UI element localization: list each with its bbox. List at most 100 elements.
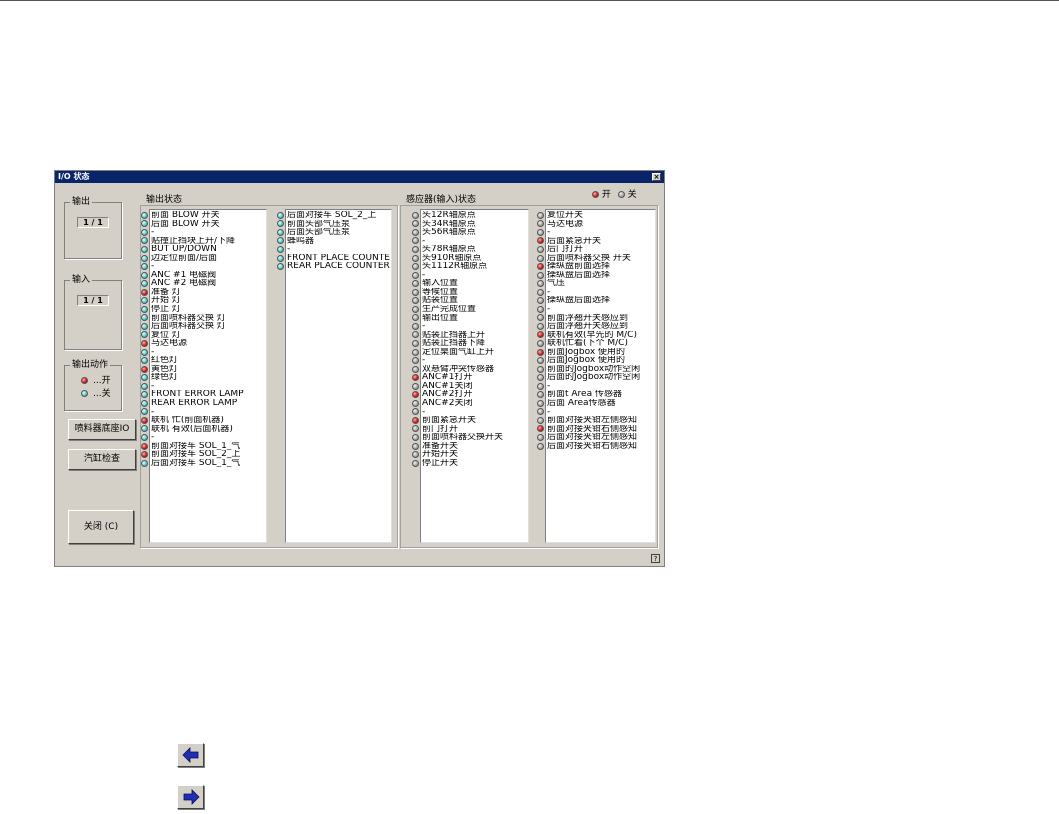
io-status-dialog: I/O 状态 × 输出 1 / 1 输入 1 / 1 输出动作 ...开 ...… — [54, 170, 665, 567]
list-item-label: 后面喷料器交换 开关 — [547, 253, 631, 263]
status-led-icon — [537, 245, 544, 253]
list-item: 头12R轴原点 — [412, 211, 528, 220]
list-item-label: 后面喷料器交换 灯 — [151, 322, 226, 331]
list-item-label: 停止 灯 — [151, 305, 181, 314]
list-item: 马达电源 — [141, 339, 266, 348]
list-item: - — [412, 236, 528, 246]
close-icon[interactable]: × — [652, 173, 661, 181]
list-item: 后面浮翘开关感应到 — [537, 322, 655, 331]
status-led-icon — [537, 305, 544, 313]
output-list-1[interactable]: 前面 BLOW 开关 后面 BLOW 开关 - 贴撞止挡块上升/下降 BUT UP/DO… — [141, 209, 267, 543]
list-item-label: 前面对接车 SOL_1_气 — [151, 441, 241, 451]
sensor-list-2[interactable]: 复位开关 马达电源 - 后面紧急开关 后门打开 后面喷料器交换 开关 操纵盘前面选择 操纵盘后… — [537, 209, 656, 543]
status-led-icon — [141, 245, 148, 253]
list-item: 前面对接夹钳左侧感知 — [537, 416, 655, 425]
list-item-label: 气压 — [547, 279, 566, 288]
close-button[interactable]: 关闭 (C) — [68, 510, 134, 544]
list-item-label: - — [422, 236, 426, 246]
status-led-icon — [412, 245, 419, 253]
status-led-icon — [277, 263, 284, 271]
legend-off-icon — [617, 191, 625, 198]
spray-base-io-button[interactable]: 喷料器底座IO — [68, 419, 136, 440]
list-item: 等候位置 — [412, 288, 528, 297]
status-led-icon — [141, 348, 148, 356]
list-item-label: - — [151, 228, 155, 237]
list-item: 贴装止挡器下降 — [412, 339, 528, 348]
list-item-label: 后面对接夹钳右侧感知 — [547, 441, 638, 451]
list-item: 后面对接夹钳左侧感知 — [537, 433, 655, 442]
cylinder-check-button[interactable]: 汽缸检查 — [68, 449, 136, 470]
list-item: 前面浮翘开关感应到 — [537, 314, 655, 323]
status-led-icon — [141, 442, 148, 450]
status-led-icon — [277, 245, 284, 253]
list-item: 头910R轴原点 — [412, 254, 528, 263]
list-item-label: REAR PLACE COUNTER — [287, 262, 390, 271]
input-counter-group: 输入 1 / 1 — [64, 275, 122, 350]
list-item: 后面头部气压泵 — [277, 228, 391, 237]
list-item-label: BUT UP/DOWN — [151, 245, 217, 254]
list-item: - — [141, 228, 266, 237]
output-list-2[interactable]: 后面对接车 SOL_2_上 前面头部气压泵 后面头部气压泵 蜂鸣器 - FRONT PLA… — [277, 209, 392, 543]
status-led-icon — [412, 228, 419, 236]
list-item: 后面Jogbox 使用的 — [537, 356, 655, 365]
list-item-label: 后面紧急开关 — [547, 236, 602, 246]
list-item: - — [412, 408, 528, 417]
output-counter-group: 输出 1 / 1 — [64, 197, 122, 259]
list-item-label: - — [422, 270, 426, 280]
list-item-label: 联机忙着(下个 M/C) — [547, 339, 628, 348]
output-status-label: 输出状态 — [146, 195, 183, 205]
list-item-label: ANC #1 电磁阀 — [151, 270, 217, 280]
status-led-icon — [537, 288, 544, 296]
list-item: 联机有效(早先的 M/C) — [537, 331, 655, 340]
list-item-label: - — [422, 356, 426, 365]
status-led-icon — [412, 459, 419, 467]
status-led-icon — [412, 399, 419, 407]
status-led-icon — [141, 339, 148, 347]
list-item-label: 后面 BLOW 开关 — [151, 219, 220, 229]
forward-button[interactable] — [177, 785, 204, 809]
status-led-icon — [412, 322, 419, 330]
list-item-label: 复位 灯 — [151, 330, 181, 340]
back-button[interactable] — [177, 743, 204, 767]
status-led-icon — [537, 254, 544, 262]
list-item: 头78R轴原点 — [412, 245, 528, 254]
list-item: 开始开关 — [412, 450, 528, 459]
list-item: ANC #2 电磁阀 — [141, 279, 266, 288]
list-item-label: 蜂鸣器 — [287, 236, 315, 246]
list-item-label: - — [422, 322, 426, 331]
list-item: 后面 Area传感器 — [537, 399, 655, 408]
list-item-label: ANC #2 电磁阀 — [151, 279, 217, 288]
list-item-label: 前面紧急开关 — [422, 416, 477, 425]
list-item: 后面对接夹钳右侧感知 — [537, 441, 655, 451]
list-item: - — [537, 288, 655, 297]
list-item-label: - — [287, 245, 291, 254]
list-item: REAR PLACE COUNTER — [277, 262, 391, 271]
output-action-group: 输出动作 ...开 ...关 — [64, 360, 122, 411]
list-item: 边定位前面/后面 — [141, 254, 266, 263]
status-led-icon — [277, 228, 284, 236]
list-item-label: 贴撞止挡块上升/下降 — [151, 236, 236, 246]
list-item: ANC#1打开 — [412, 373, 528, 382]
status-led-icon — [412, 348, 419, 356]
input-page-counter: 1 / 1 — [77, 295, 109, 306]
list-item: 准备开关 — [412, 442, 528, 451]
list-item-label: 后面Jogbox 使用的 — [547, 356, 626, 365]
list-item: ANC#2关闭 — [412, 399, 528, 408]
status-led-icon — [412, 263, 419, 271]
status-led-icon — [412, 254, 419, 262]
list-item: 前面Jogbox 使用的 — [537, 348, 655, 357]
list-item-label: 贴装位置 — [422, 296, 459, 306]
left-arrow-icon — [182, 747, 199, 763]
list-item: 准备 灯 — [141, 288, 266, 297]
list-item: FRONT PLACE COUNTE — [277, 254, 391, 263]
help-icon[interactable]: ? — [651, 554, 660, 563]
sensor-list-1[interactable]: 头12R轴原点 头34R轴原点 头56R轴原点 - 头78R轴原点 头910R轴原点 头11… — [412, 209, 529, 543]
list-item-label: 前面 BLOW 开关 — [151, 211, 220, 220]
list-item: 前面喷料器交换 灯 — [141, 314, 266, 323]
status-led-icon — [537, 382, 544, 390]
status-led-icon — [277, 211, 284, 219]
list-item: 联机 有效(后面机器) — [141, 425, 266, 434]
list-item-label: REAR ERROR LAMP — [151, 399, 238, 408]
status-led-icon — [412, 442, 419, 450]
list-item: 前面头部气压泵 — [277, 220, 391, 229]
